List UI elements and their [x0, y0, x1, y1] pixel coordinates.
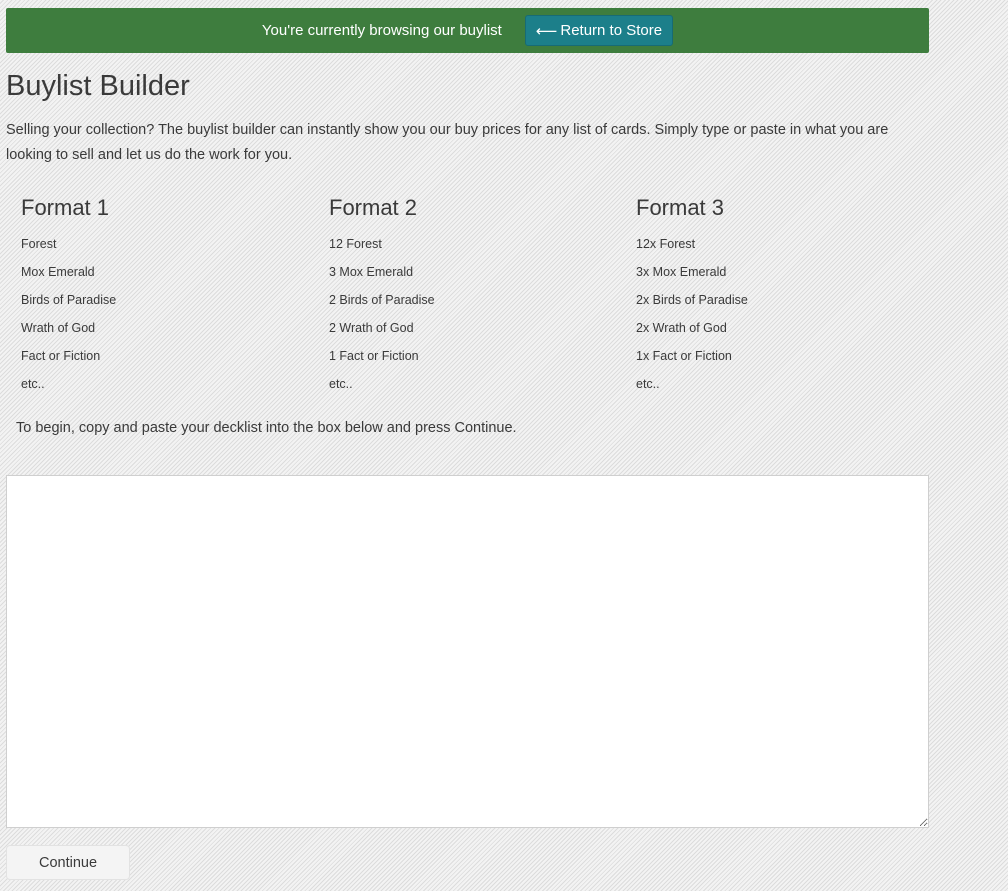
list-item: 3 Mox Emerald: [329, 265, 414, 279]
list-item: 12 Forest: [329, 237, 382, 251]
format-1-list: Forest Mox Emerald Birds of Paradise Wra…: [21, 230, 301, 398]
continue-button[interactable]: Continue: [6, 845, 130, 880]
format-3-column: Format 3 12x Forest 3x Mox Emerald 2x Bi…: [636, 193, 916, 398]
intro-text: Selling your collection? The buylist bui…: [6, 122, 889, 163]
list-item: etc..: [21, 377, 45, 391]
list-item: 2 Birds of Paradise: [329, 293, 435, 307]
return-to-store-button[interactable]: ⟵ Return to Store: [524, 15, 674, 46]
list-item: 2 Wrath of God: [329, 321, 414, 335]
instructions-text: To begin, copy and paste your decklist i…: [16, 420, 517, 436]
format-2-column: Format 2 12 Forest 3 Mox Emerald 2 Birds…: [329, 193, 609, 398]
list-item: 2x Wrath of God: [636, 321, 727, 335]
format-3-list: 12x Forest 3x Mox Emerald 2x Birds of Pa…: [636, 230, 916, 398]
list-item: Forest: [21, 237, 57, 251]
list-item: etc..: [329, 377, 353, 391]
format-1-title: Format 1: [21, 195, 110, 220]
list-item: 1x Fact or Fiction: [636, 349, 732, 363]
format-2-list: 12 Forest 3 Mox Emerald 2 Birds of Parad…: [329, 230, 609, 398]
return-to-store-label: Return to Store: [560, 22, 663, 39]
list-item: 2x Birds of Paradise: [636, 293, 748, 307]
buylist-banner-message: You're currently browsing our buylist: [261, 22, 502, 39]
buylist-banner: You're currently browsing our buylist ⟵ …: [6, 8, 929, 53]
list-item: 12x Forest: [636, 237, 696, 251]
format-3-title: Format 3: [636, 195, 725, 220]
list-item: Fact or Fiction: [21, 349, 101, 363]
page-title: Buylist Builder: [6, 70, 190, 102]
decklist-input[interactable]: [6, 475, 929, 828]
format-1-column: Format 1 Forest Mox Emerald Birds of Par…: [21, 193, 301, 398]
list-item: 1 Fact or Fiction: [329, 349, 419, 363]
list-item: Mox Emerald: [21, 265, 95, 279]
left-arrow-icon: ⟵: [535, 22, 558, 40]
list-item: Birds of Paradise: [21, 293, 117, 307]
list-item: Wrath of God: [21, 321, 96, 335]
list-item: 3x Mox Emerald: [636, 265, 727, 279]
format-2-title: Format 2: [329, 195, 418, 220]
list-item: etc..: [636, 377, 660, 391]
